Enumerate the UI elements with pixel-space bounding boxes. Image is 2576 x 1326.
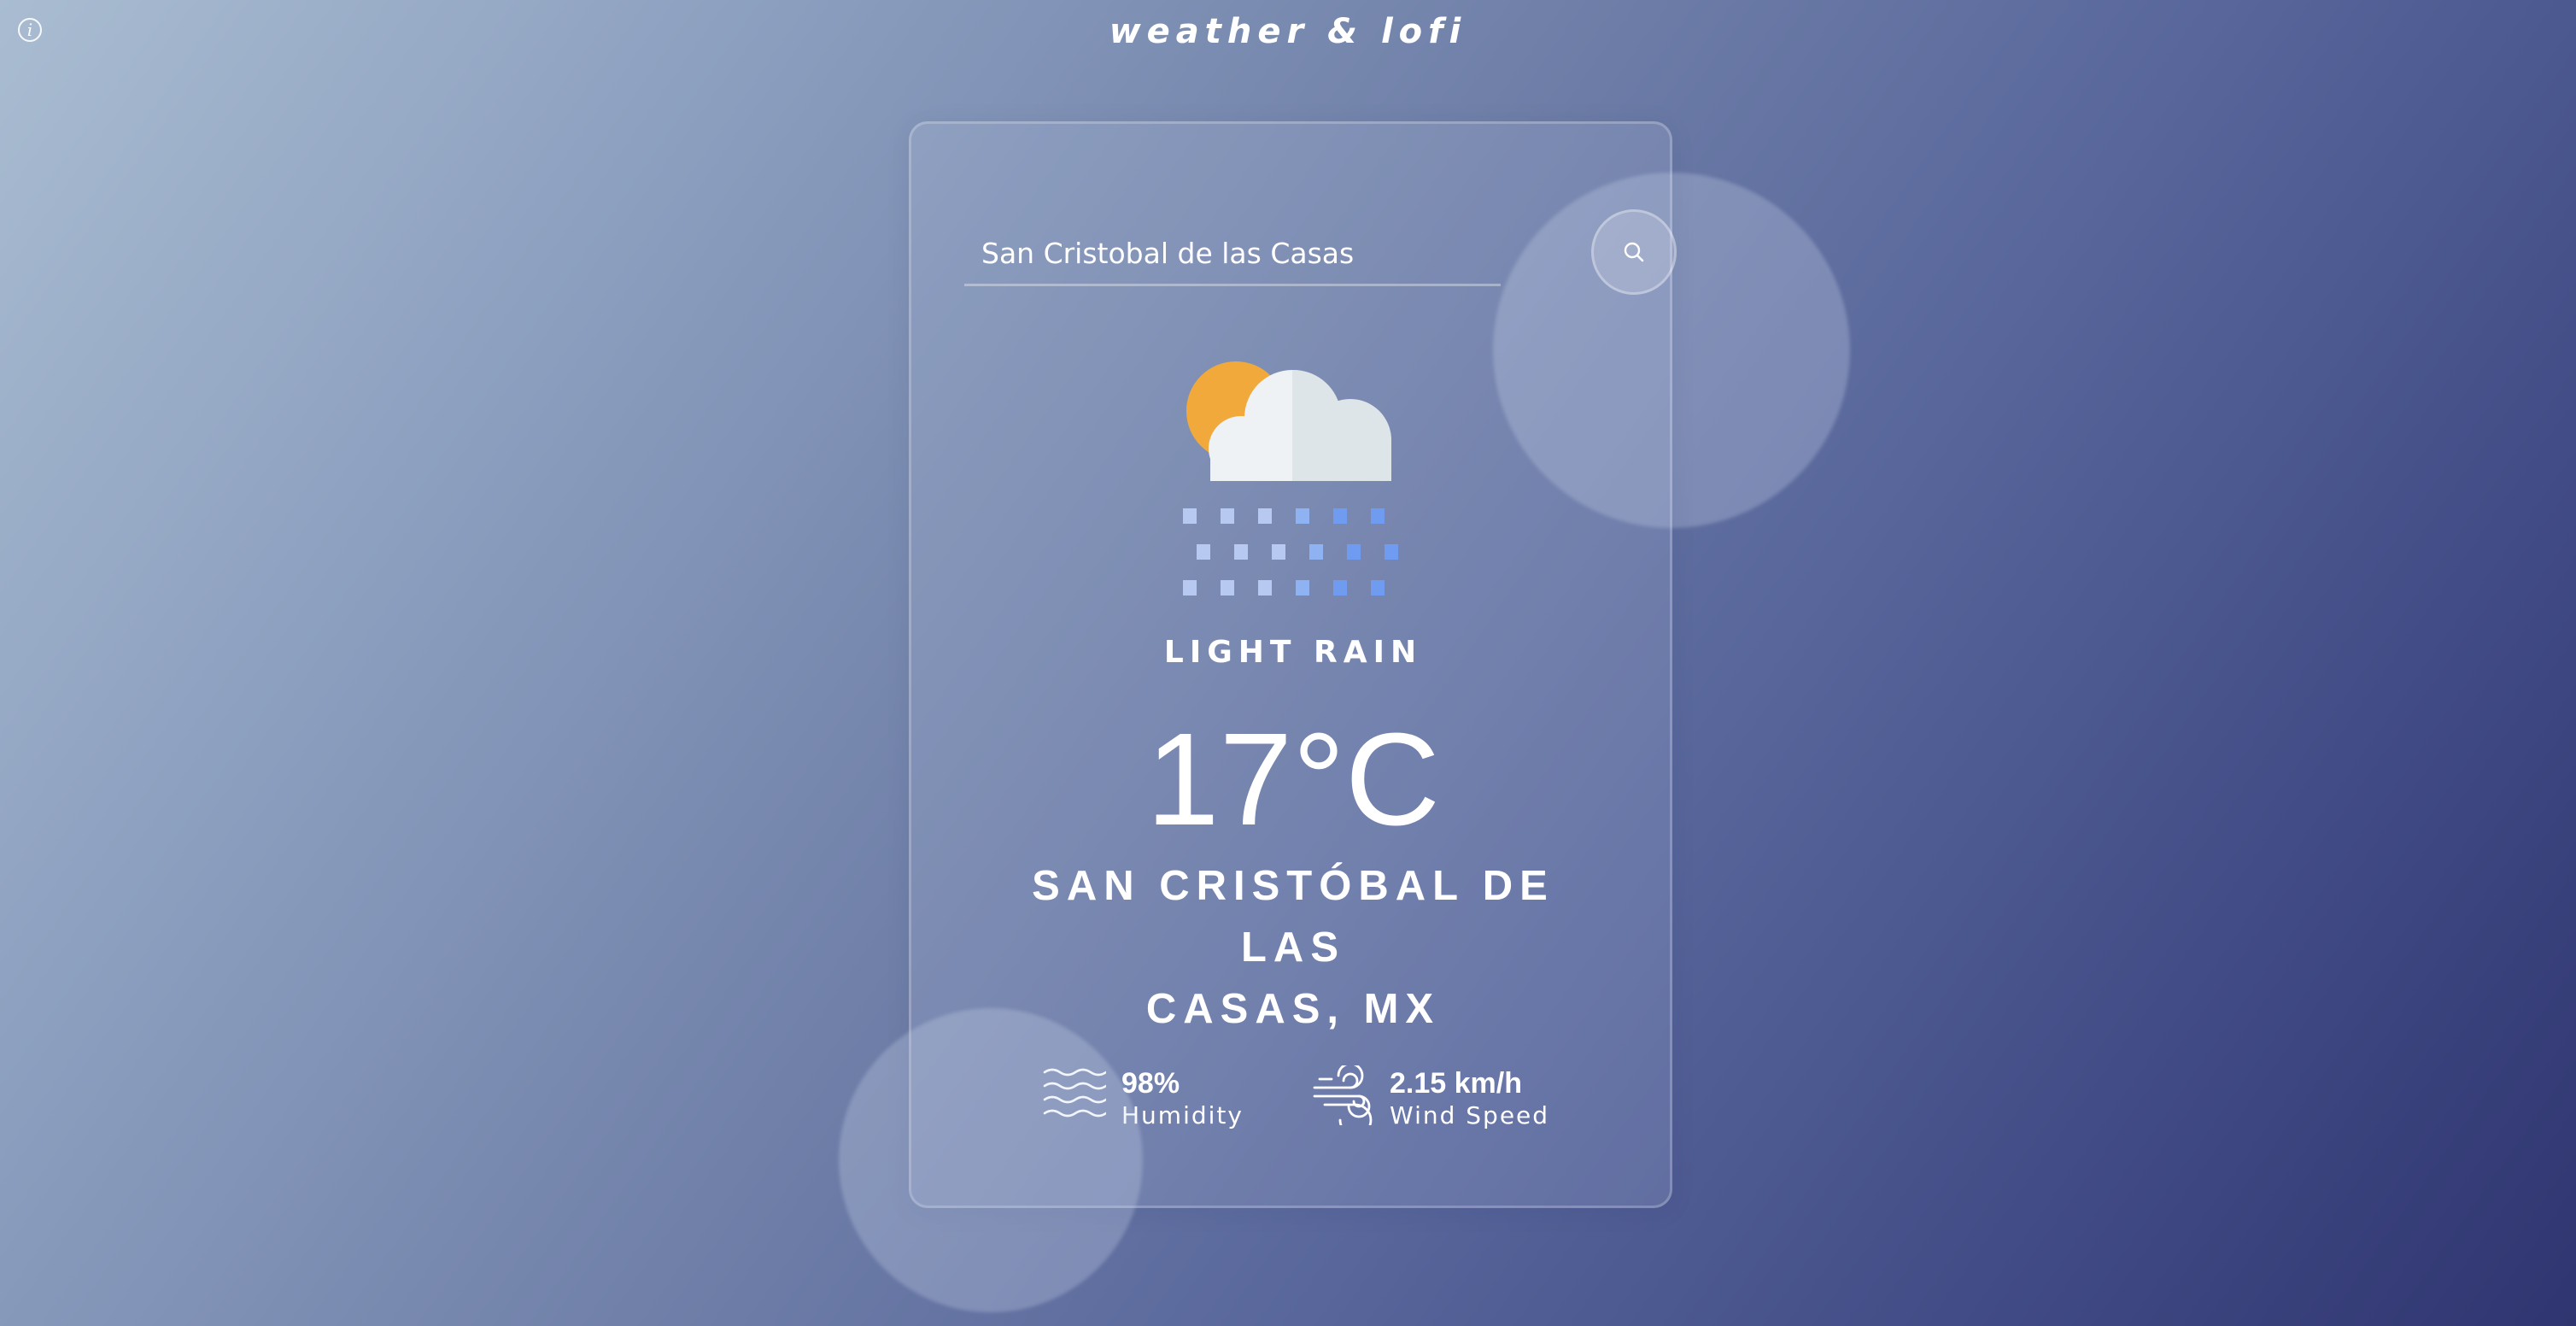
decorative-bubble xyxy=(839,1008,1143,1312)
wind-stat: 2.15 km/h Wind Speed xyxy=(1313,1055,1586,1132)
wind-icon xyxy=(1313,1065,1373,1125)
temperature: 17°C xyxy=(1145,706,1441,853)
sun-cloud-rain-icon xyxy=(1183,361,1398,596)
weather-description: LIGHT RAIN xyxy=(1163,635,1423,670)
search-icon xyxy=(1624,242,1644,262)
humidity-label: Humidity xyxy=(1121,1101,1244,1129)
app-title: weather & lofi xyxy=(1109,12,1467,51)
wind-value: 2.15 km/h xyxy=(1390,1067,1522,1100)
wind-label: Wind Speed xyxy=(1390,1101,1550,1129)
search-input[interactable] xyxy=(964,223,1501,286)
search-button[interactable] xyxy=(1591,209,1677,295)
city-name: SAN CRISTÓBAL DE LAS CASAS, MX xyxy=(971,855,1615,1040)
search-bar xyxy=(964,209,1677,303)
city-line-1: SAN CRISTÓBAL DE LAS xyxy=(1032,863,1554,971)
humidity-value: 98% xyxy=(1121,1067,1180,1100)
